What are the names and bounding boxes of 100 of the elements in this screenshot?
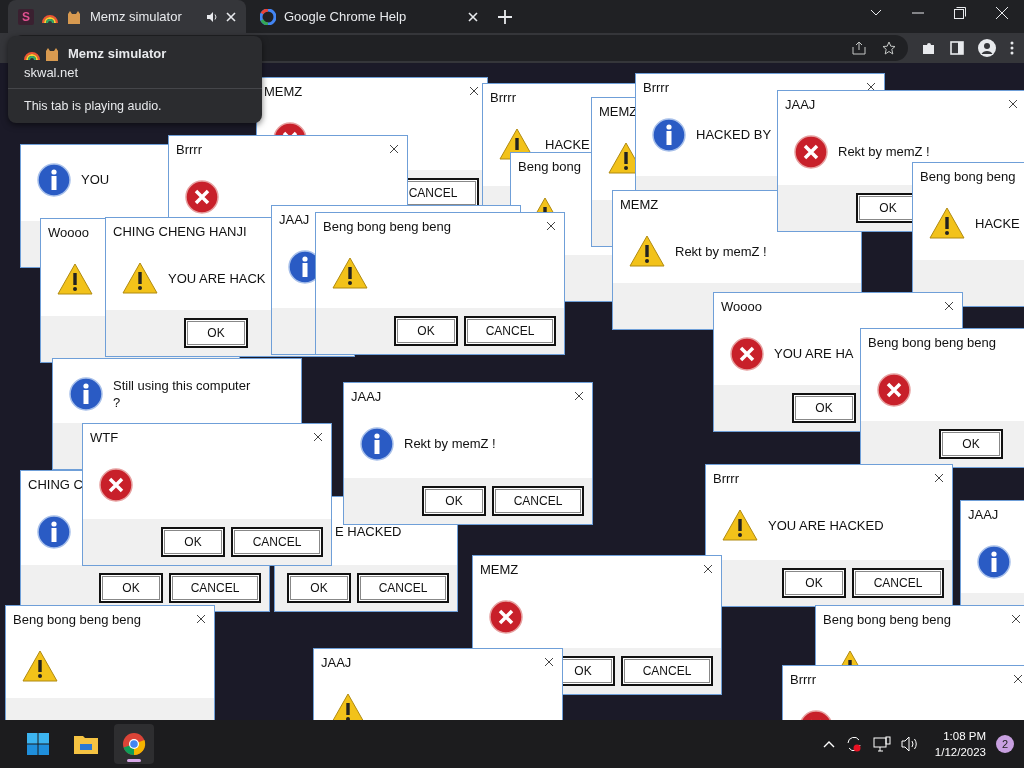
cancel-button[interactable]: CANCEL: [852, 568, 944, 598]
dialog-message: Rekt by memZ !: [404, 435, 496, 452]
dialog-message: YOU: [81, 171, 110, 188]
dialog-message: YOU ARE HA: [774, 345, 854, 362]
dialog-title: Beng bong beng beng: [823, 611, 951, 627]
warning-icon: [722, 509, 758, 541]
dialog-title: Woooo: [48, 224, 89, 240]
warning-icon: [929, 207, 965, 239]
ok-button[interactable]: OK: [422, 486, 486, 516]
close-icon[interactable]: [1008, 99, 1018, 109]
dialog-title: CHING C: [28, 476, 83, 492]
close-icon[interactable]: [1011, 614, 1021, 624]
new-tab-icon[interactable]: [498, 9, 512, 24]
share-icon[interactable]: [852, 41, 866, 55]
close-icon[interactable]: [1013, 674, 1023, 684]
dialog-title: MEMZ: [620, 196, 659, 212]
dialog-message: Rekt by memZ !: [675, 243, 767, 260]
dialog-title: JAAJ: [351, 388, 382, 404]
restore-icon[interactable]: [954, 6, 966, 19]
cancel-button[interactable]: CANCEL: [621, 656, 713, 686]
close-icon[interactable]: [866, 82, 876, 92]
ok-button[interactable]: OK: [287, 573, 351, 603]
info-icon: [37, 163, 71, 197]
dialog-title: Woooo: [721, 298, 762, 314]
windows-icon: [27, 733, 49, 755]
minimize-icon[interactable]: [912, 11, 924, 14]
error-icon: [489, 600, 523, 634]
dialog-title: JAAJ: [968, 506, 999, 522]
ok-button[interactable]: OK: [394, 316, 458, 346]
ok-button[interactable]: OK: [161, 527, 225, 557]
close-icon[interactable]: [469, 86, 479, 96]
dialog-title: JAAJ: [785, 96, 816, 112]
error-icon: [730, 337, 764, 371]
cat-icon: [44, 46, 60, 61]
sync-icon[interactable]: [844, 735, 863, 753]
dialog-title: Beng bong: [518, 158, 581, 174]
dialog-message: YOU ARE HACKED: [768, 517, 884, 534]
dialog-title: Beng bong beng: [920, 168, 1016, 184]
dialog-message: Still using this computer ?: [113, 377, 252, 411]
clock[interactable]: 1:08 PM 1/12/2023: [934, 728, 986, 760]
star-icon[interactable]: [882, 41, 896, 55]
cat-icon: [66, 9, 82, 24]
google-icon: [260, 8, 276, 25]
cancel-button[interactable]: CANCEL: [357, 573, 449, 603]
ok-button[interactable]: OK: [792, 393, 856, 423]
dialog-message: E HACKED: [335, 523, 402, 540]
close-icon[interactable]: [544, 657, 554, 667]
error-icon: [99, 468, 133, 502]
dialog-title: WTF: [90, 429, 119, 445]
dialog-title: MEMZ: [480, 561, 519, 577]
ok-button[interactable]: OK: [939, 429, 1003, 459]
close-icon[interactable]: [546, 221, 556, 231]
sidebar-icon[interactable]: [950, 41, 964, 55]
chevron-up-icon[interactable]: [822, 740, 835, 748]
notification-badge[interactable]: 2: [996, 735, 1014, 753]
browser-tab[interactable]: S Memz simulator: [8, 0, 246, 33]
puzzle-icon[interactable]: [922, 41, 936, 55]
close-icon[interactable]: [389, 144, 399, 154]
speaker-icon[interactable]: [206, 10, 218, 23]
close-icon[interactable]: [934, 473, 944, 483]
info-icon: [652, 118, 686, 152]
ok-button[interactable]: OK: [184, 318, 248, 348]
chevron-down-icon[interactable]: [870, 8, 882, 17]
card-domain: skwal.net: [24, 65, 80, 80]
dialog-title: Brrrr: [176, 141, 202, 157]
warning-icon: [122, 262, 158, 294]
browser-tab[interactable]: Google Chrome Help: [250, 0, 488, 33]
error-icon: [877, 373, 911, 407]
ok-button[interactable]: OK: [782, 568, 846, 598]
dialog-message: Rekt by memZ !: [838, 143, 930, 160]
chrome-icon: [122, 732, 146, 756]
card-title: Memz simulator: [68, 46, 167, 61]
cancel-button[interactable]: CANCEL: [464, 316, 556, 346]
cancel-button[interactable]: CANCEL: [169, 573, 261, 603]
chrome-button[interactable]: [114, 724, 154, 764]
error-icon: [794, 135, 828, 169]
info-icon: [69, 377, 103, 411]
dialog-title: Beng bong beng beng: [323, 218, 451, 234]
menu-icon[interactable]: [1010, 41, 1014, 55]
dialog-title: Beng bong beng beng: [13, 611, 141, 627]
dialog-title: Brrrr: [490, 89, 516, 105]
tab-title: Google Chrome Help: [284, 9, 408, 24]
ok-button[interactable]: OK: [99, 573, 163, 603]
close-icon[interactable]: [574, 391, 584, 401]
cancel-button[interactable]: CANCEL: [492, 486, 584, 516]
dialog-title: CHING CHENG HANJI: [113, 223, 247, 239]
tab-title: Memz simulator: [90, 9, 183, 24]
speaker-icon[interactable]: [900, 736, 919, 752]
dialog-title: Brrrr: [713, 470, 739, 486]
card-note: This tab is playing audio.: [8, 88, 262, 123]
close-icon[interactable]: [196, 614, 206, 624]
close-icon[interactable]: [944, 301, 954, 311]
warning-icon: [332, 257, 368, 289]
close-icon[interactable]: [313, 432, 323, 442]
network-icon[interactable]: [872, 736, 891, 752]
dialog-title: Brrrr: [643, 79, 669, 95]
cancel-button[interactable]: CANCEL: [231, 527, 323, 557]
close-icon[interactable]: [703, 564, 713, 574]
dialog-title: JAAJ: [321, 654, 352, 670]
profile-icon[interactable]: [978, 39, 996, 57]
